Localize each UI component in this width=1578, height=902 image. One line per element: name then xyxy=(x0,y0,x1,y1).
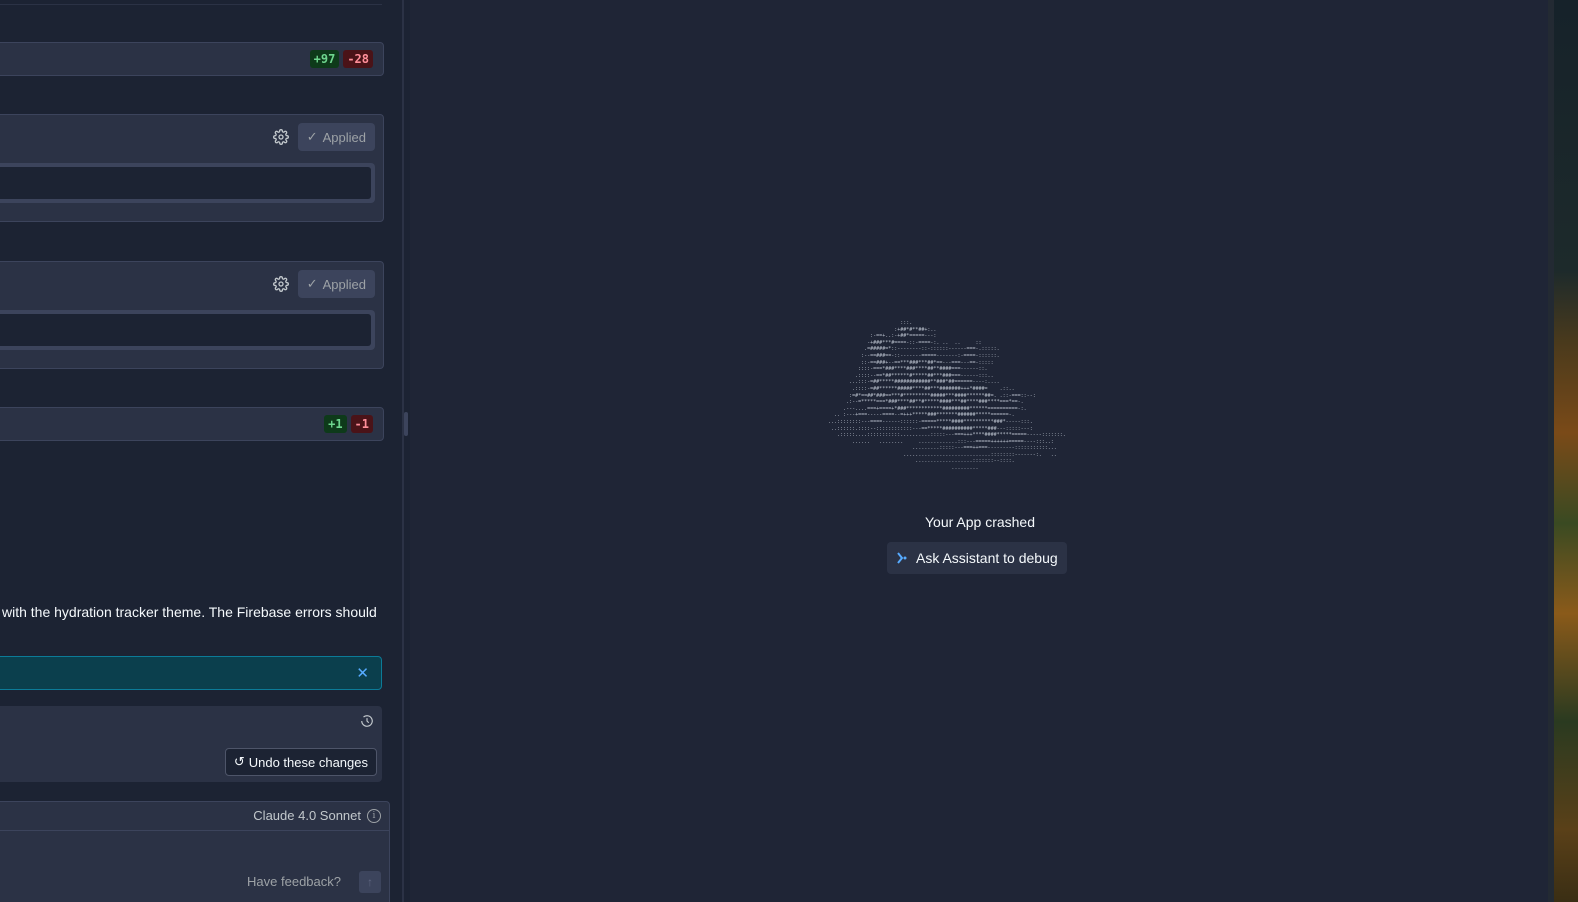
divider xyxy=(0,830,389,831)
applied-label: Applied xyxy=(322,129,366,145)
file-diff-summary[interactable]: +1 -1 xyxy=(0,407,384,441)
history-icon[interactable] xyxy=(360,714,374,728)
model-label: Claude 4.0 Sonnet xyxy=(253,808,361,823)
file-diff-summary[interactable]: +97 -28 xyxy=(0,42,384,76)
lines-removed-badge: -1 xyxy=(350,415,373,433)
code-preview[interactable] xyxy=(0,310,375,350)
resize-handle[interactable] xyxy=(404,412,408,436)
file-change-card: ✓ Applied xyxy=(0,261,384,369)
chat-composer[interactable]: Claude 4.0 Sonnet i Have feedback? ↑ xyxy=(0,801,390,902)
check-icon: ✓ xyxy=(306,129,318,144)
lines-added-badge: +97 xyxy=(309,50,340,68)
feedback-link[interactable]: Have feedback? xyxy=(247,874,341,889)
code-preview[interactable] xyxy=(0,163,375,203)
background-image-strip xyxy=(1548,0,1578,902)
gear-icon[interactable] xyxy=(272,128,290,146)
message-text: with the hydration tracker theme. The Fi… xyxy=(2,604,377,620)
lines-removed-badge: -28 xyxy=(343,50,373,68)
close-icon[interactable]: ✕ xyxy=(356,664,369,682)
assistant-message: with the hydration tracker theme. The Fi… xyxy=(0,604,390,620)
gear-icon[interactable] xyxy=(272,275,290,293)
lines-added-badge: +1 xyxy=(324,415,347,433)
notification-banner: ✕ xyxy=(0,656,382,690)
send-button[interactable]: ↑ xyxy=(359,871,381,893)
ask-assistant-label: Ask Assistant to debug xyxy=(916,550,1058,566)
undo-icon: ↺ xyxy=(233,754,245,769)
file-change-card: ✓ Applied xyxy=(0,114,384,222)
check-icon: ✓ xyxy=(306,276,318,291)
ask-assistant-button[interactable]: Ask Assistant to debug xyxy=(887,542,1067,574)
applied-button[interactable]: ✓ Applied xyxy=(297,123,375,151)
crash-illustration: :::. :+##*#**##+:.. :-==+..:-+##*=====--… xyxy=(828,320,1066,472)
arrow-up-icon: ↑ xyxy=(367,875,373,889)
diff-badges: +1 -1 xyxy=(324,415,373,433)
undo-changes-button[interactable]: ↺ Undo these changes xyxy=(224,748,377,776)
crash-title: Your App crashed xyxy=(924,514,1035,530)
model-selector[interactable]: Claude 4.0 Sonnet i xyxy=(253,808,381,823)
divider xyxy=(0,4,382,5)
diff-badges: +97 -28 xyxy=(309,50,373,68)
info-icon[interactable]: i xyxy=(367,808,381,823)
applied-label: Applied xyxy=(322,276,366,292)
checkpoint-card: ↺ Undo these changes xyxy=(0,706,382,782)
assistant-icon xyxy=(897,552,907,564)
undo-label: Undo these changes xyxy=(248,754,368,770)
applied-button[interactable]: ✓ Applied xyxy=(297,270,375,298)
chat-panel: +97 -28 ✓ Applied ✓ Applied +1 -1 with t… xyxy=(0,0,404,902)
